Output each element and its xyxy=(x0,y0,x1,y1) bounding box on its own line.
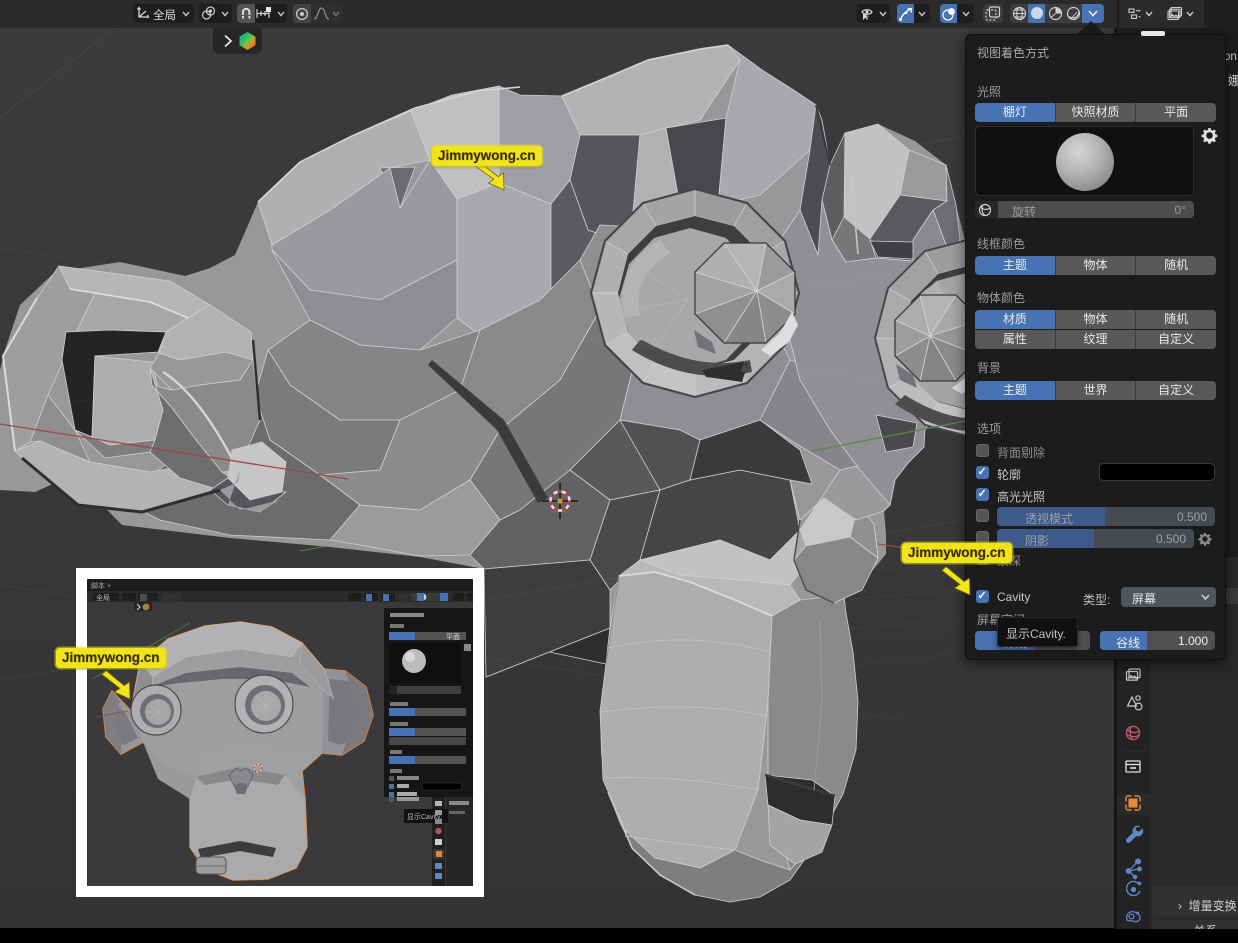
svg-text:平面: 平面 xyxy=(446,633,460,641)
svg-text:全局: 全局 xyxy=(96,593,110,602)
